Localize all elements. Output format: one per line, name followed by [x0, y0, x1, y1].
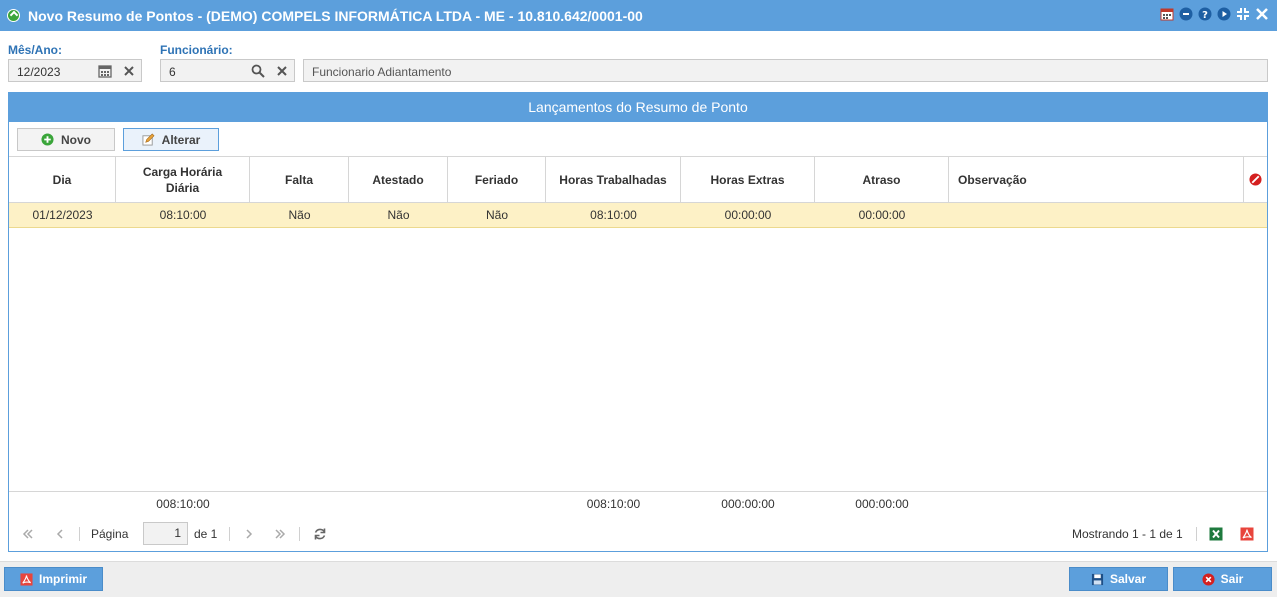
- total-horas-trabalhadas: 008:10:00: [586, 497, 641, 511]
- clear-funcionario-icon[interactable]: [274, 63, 290, 79]
- imprimir-button[interactable]: Imprimir: [4, 567, 103, 591]
- app-icon: [7, 9, 20, 22]
- cell-atraso: 00:00:00: [858, 208, 906, 222]
- cell-observacao: [949, 203, 1267, 227]
- next-page-icon[interactable]: [241, 526, 257, 542]
- column-header-atraso[interactable]: Atraso: [815, 157, 949, 202]
- first-page-icon[interactable]: [20, 526, 36, 542]
- pdf-icon: [20, 572, 33, 586]
- prev-page-icon[interactable]: [52, 526, 68, 542]
- funcionario-name-value: Funcionario Adiantamento: [312, 65, 452, 79]
- close-icon[interactable]: [1255, 7, 1269, 21]
- sair-button[interactable]: Sair: [1173, 567, 1272, 591]
- play-icon[interactable]: [1217, 7, 1231, 21]
- page-of-label: de 1: [194, 527, 218, 541]
- lancamentos-panel: Lançamentos do Resumo de Ponto Novo Alte…: [8, 92, 1268, 552]
- column-header-horas-trabalhadas[interactable]: Horas Trabalhadas: [546, 157, 681, 202]
- column-header-horas-extras[interactable]: Horas Extras: [681, 157, 815, 202]
- save-icon: [1091, 573, 1104, 585]
- cell-feriado: Não: [485, 208, 508, 222]
- page-input[interactable]: 1: [143, 522, 188, 545]
- salvar-label: Salvar: [1109, 572, 1147, 586]
- edit-icon: [142, 133, 155, 146]
- window-controls: ?: [1160, 7, 1269, 21]
- cell-carga-horaria: 08:10:00: [159, 208, 207, 222]
- novo-button[interactable]: Novo: [17, 128, 115, 151]
- imprimir-label: Imprimir: [38, 572, 87, 586]
- column-header-dia[interactable]: Dia: [9, 157, 116, 202]
- calendar-icon[interactable]: [1160, 7, 1174, 21]
- panel-title: Lançamentos do Resumo de Ponto: [9, 93, 1267, 122]
- window-title-bar: Novo Resumo de Pontos - (DEMO) COMPELS I…: [0, 0, 1277, 31]
- excel-export-icon[interactable]: [1208, 526, 1224, 542]
- column-header-atestado[interactable]: Atestado: [349, 157, 448, 202]
- cell-falta: Não: [288, 208, 311, 222]
- funcionario-label: Funcionário:: [160, 43, 233, 57]
- mes-ano-label: Mês/Ano:: [8, 43, 62, 57]
- exit-icon: [1202, 572, 1215, 586]
- column-header-feriado[interactable]: Feriado: [448, 157, 546, 202]
- minimize-icon[interactable]: [1179, 7, 1193, 21]
- column-header-observacao[interactable]: Observação: [949, 157, 1244, 202]
- pdf-export-icon[interactable]: [1239, 526, 1255, 542]
- last-page-icon[interactable]: [272, 526, 288, 542]
- cell-horas-trabalhadas: 08:10:00: [590, 208, 637, 222]
- alterar-button[interactable]: Alterar: [123, 128, 219, 151]
- total-horas-extras: 000:00:00: [721, 497, 775, 511]
- mes-ano-field[interactable]: 12/2023: [8, 59, 142, 82]
- compress-icon[interactable]: [1236, 7, 1250, 21]
- grid-header: Dia Carga Horária Diária Falta Atestado …: [9, 156, 1267, 203]
- calendar-picker-icon[interactable]: [97, 63, 113, 79]
- alterar-label: Alterar: [161, 132, 201, 147]
- cell-horas-extras: 00:00:00: [724, 208, 772, 222]
- column-settings[interactable]: [1244, 157, 1267, 202]
- pager-separator: [299, 527, 300, 541]
- novo-label: Novo: [61, 132, 91, 147]
- pager-separator: [1196, 527, 1197, 541]
- column-header-falta[interactable]: Falta: [250, 157, 349, 202]
- clear-date-icon[interactable]: [121, 63, 137, 79]
- no-entry-icon[interactable]: [1249, 173, 1262, 186]
- add-icon: [41, 133, 54, 146]
- total-atraso: 000:00:00: [855, 497, 909, 511]
- pager-showing: Mostrando 1 - 1 de 1: [1072, 527, 1183, 541]
- window-title: Novo Resumo de Pontos - (DEMO) COMPELS I…: [28, 8, 643, 24]
- table-row[interactable]: 01/12/2023 08:10:00 Não Não Não 08:10:00…: [9, 203, 1267, 228]
- refresh-icon[interactable]: [312, 526, 328, 542]
- salvar-button[interactable]: Salvar: [1069, 567, 1168, 591]
- footer-bar: Imprimir Salvar Sair: [0, 561, 1277, 597]
- cell-dia: 01/12/2023: [32, 208, 93, 222]
- cell-atestado: Não: [387, 208, 410, 222]
- column-header-carga-horaria[interactable]: Carga Horária Diária: [116, 157, 250, 202]
- sair-label: Sair: [1220, 572, 1244, 586]
- funcionario-name-field: Funcionario Adiantamento: [303, 59, 1268, 82]
- pager-separator: [79, 527, 80, 541]
- svg-text:?: ?: [1202, 10, 1208, 21]
- panel-toolbar: Novo Alterar: [17, 128, 219, 151]
- help-icon[interactable]: ?: [1198, 7, 1212, 21]
- page-label: Página: [91, 527, 129, 541]
- total-carga-horaria: 008:10:00: [156, 497, 210, 511]
- funcionario-code-value: 6: [169, 65, 176, 79]
- pager-separator: [229, 527, 230, 541]
- pager: Página 1 de 1 Mostrando 1 - 1 de 1: [9, 521, 1267, 547]
- mes-ano-value: 12/2023: [17, 65, 61, 79]
- search-icon[interactable]: [250, 63, 266, 79]
- grid-totals: 008:10:00 008:10:00 000:00:00 000:00:00: [9, 491, 1267, 516]
- funcionario-code-field[interactable]: 6: [160, 59, 295, 82]
